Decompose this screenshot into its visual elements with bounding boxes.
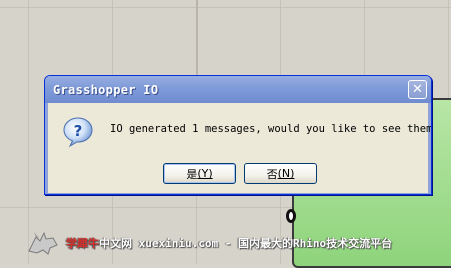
watermark-brand: 学犀牛	[66, 237, 99, 250]
dialog-title: Grasshopper IO	[53, 82, 159, 97]
svg-text:?: ?	[74, 122, 83, 140]
dialog-body: ? IO generated 1 messages, would you lik…	[45, 103, 432, 194]
no-button[interactable]: 否 (N)	[244, 163, 317, 184]
close-button[interactable]: ✕	[408, 80, 427, 99]
dialog-titlebar[interactable]: Grasshopper IO ✕	[45, 76, 431, 103]
dialog-message: IO generated 1 messages, would you like …	[110, 123, 432, 135]
yes-button[interactable]: 是 (Y)	[163, 163, 236, 184]
no-button-mnemonic: (N)	[277, 167, 295, 180]
watermark-text: 中文网 xuexiniu.com - 国内最大的Rhino技术交流平台	[99, 237, 393, 250]
canvas-wire	[196, 0, 198, 75]
question-icon: ?	[63, 117, 93, 148]
watermark: 学犀牛 中文网 xuexiniu.com - 国内最大的Rhino技术交流平台	[26, 229, 392, 257]
component-input-grip[interactable]	[286, 209, 296, 223]
no-button-label: 否	[266, 167, 278, 181]
yes-button-label: 是	[186, 167, 198, 181]
yes-button-mnemonic: (Y)	[197, 167, 213, 180]
grasshopper-io-dialog: Grasshopper IO ✕ ? IO generated 1 messag…	[44, 75, 432, 195]
rhino-logo-icon	[28, 231, 58, 255]
close-icon: ✕	[412, 82, 423, 97]
